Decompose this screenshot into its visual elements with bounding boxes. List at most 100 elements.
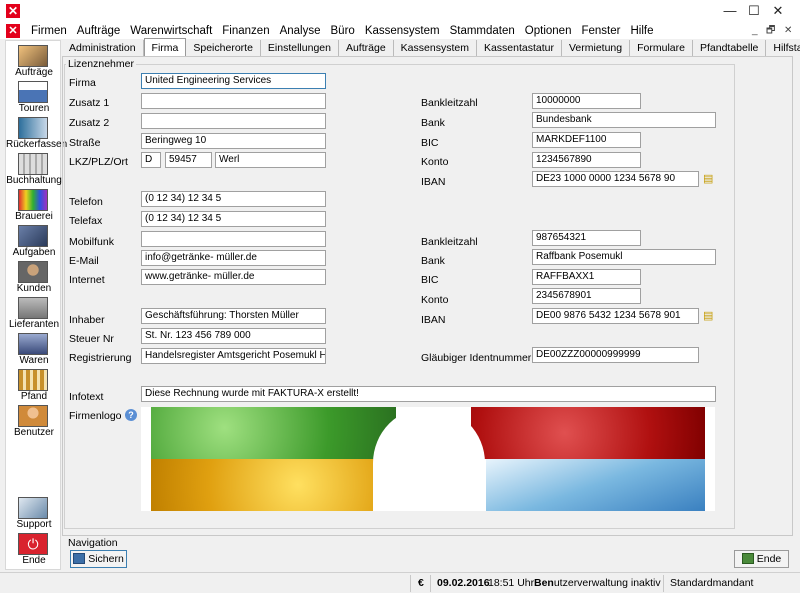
bank2-input[interactable]: Raffbank Posemukl bbox=[532, 249, 716, 265]
iban2-calc-icon[interactable]: ▤ bbox=[703, 309, 717, 323]
tab-vermietung[interactable]: Vermietung bbox=[562, 40, 631, 56]
sidebar-item-kunden[interactable]: Kunden bbox=[6, 261, 62, 297]
internet-input[interactable]: www.getränke- müller.de bbox=[141, 269, 326, 285]
menu-firmen[interactable]: Firmen bbox=[26, 25, 72, 37]
logo-yellow-bubbles bbox=[151, 459, 396, 511]
iban2-input[interactable]: DE00 9876 5432 1234 5678 901 bbox=[532, 308, 699, 324]
tab-kassentastatur[interactable]: Kassentastatur bbox=[477, 40, 562, 56]
bank1-input[interactable]: Bundesbank bbox=[532, 112, 716, 128]
company-logo-image[interactable] bbox=[141, 407, 715, 511]
zusatz1-label: Zusatz 1 bbox=[69, 97, 110, 109]
tab-speicherorte[interactable]: Speicherorte bbox=[186, 40, 261, 56]
tab-einstellungen[interactable]: Einstellungen bbox=[261, 40, 339, 56]
navigation-title: Navigation bbox=[68, 537, 118, 549]
sidebar-label: Benutzer bbox=[13, 427, 55, 438]
maximize-button[interactable]: ☐ bbox=[742, 2, 766, 20]
menu-analyse[interactable]: Analyse bbox=[275, 25, 326, 37]
bank1-label: Bank bbox=[421, 117, 445, 129]
sidebar-item-benutzer[interactable]: Benutzer bbox=[6, 405, 62, 441]
ort-input[interactable]: Werl bbox=[215, 152, 326, 168]
customers-icon bbox=[18, 261, 48, 283]
strasse-label: Straße bbox=[69, 137, 101, 149]
sidebar-item-lieferanten[interactable]: Lieferanten bbox=[6, 297, 62, 333]
steuer-input[interactable]: St. Nr. 123 456 789 000 bbox=[141, 328, 326, 344]
iban1-input[interactable]: DE23 1000 0000 1234 5678 90 bbox=[532, 171, 699, 187]
menu-fenster[interactable]: Fenster bbox=[576, 25, 625, 37]
save-button[interactable]: Sichern bbox=[70, 550, 127, 568]
sidebar-item-aufgaben[interactable]: Aufgaben bbox=[6, 225, 62, 261]
mobilfunk-input[interactable] bbox=[141, 231, 326, 247]
zusatz1-input[interactable] bbox=[141, 93, 326, 109]
zusatz2-input[interactable] bbox=[141, 113, 326, 129]
sidebar-item-waren[interactable]: Waren bbox=[6, 333, 62, 369]
close-button[interactable]: ✕ bbox=[766, 2, 790, 20]
firma-input[interactable]: United Engineering Services bbox=[141, 73, 326, 89]
support-icon bbox=[18, 497, 48, 519]
tab-formulare[interactable]: Formulare bbox=[630, 40, 693, 56]
telefon-input[interactable]: (0 12 34) 12 34 5 bbox=[141, 191, 326, 207]
menu-optionen[interactable]: Optionen bbox=[520, 25, 577, 37]
bic1-input[interactable]: MARKDEF1100 bbox=[532, 132, 641, 148]
mobilfunk-label: Mobilfunk bbox=[69, 236, 114, 248]
plz-input[interactable]: 59457 bbox=[165, 152, 212, 168]
sidebar-label: Aufgaben bbox=[12, 247, 56, 258]
blz1-input[interactable]: 10000000 bbox=[532, 93, 641, 109]
blz2-label: Bankleitzahl bbox=[421, 236, 478, 248]
telefax-input[interactable]: (0 12 34) 12 34 5 bbox=[141, 211, 326, 227]
sidebar-item-support[interactable]: Support bbox=[6, 497, 62, 533]
return-truck-icon bbox=[18, 117, 48, 139]
menu-kassensystem[interactable]: Kassensystem bbox=[360, 25, 445, 37]
lkz-input[interactable]: D bbox=[141, 152, 161, 168]
accounting-icon bbox=[18, 153, 48, 175]
konto1-input[interactable]: 1234567890 bbox=[532, 152, 641, 168]
sidebar-item-auftraege[interactable]: Aufträge bbox=[6, 45, 62, 81]
email-input[interactable]: info@getränke- müller.de bbox=[141, 250, 326, 266]
registrierung-input[interactable]: Handelsregister Amtsgericht Posemukl HRB… bbox=[141, 348, 326, 364]
menu-auftraege[interactable]: Aufträge bbox=[72, 25, 125, 37]
inhaber-input[interactable]: Geschäftsführung: Thorsten Müller bbox=[141, 308, 326, 324]
bic2-input[interactable]: RAFFBAXX1 bbox=[532, 269, 641, 285]
minimize-button[interactable]: — bbox=[718, 2, 742, 20]
mdi-minimize-button[interactable]: _ bbox=[752, 22, 758, 39]
blz1-label: Bankleitzahl bbox=[421, 97, 478, 109]
menu-hilfe[interactable]: Hilfe bbox=[625, 25, 658, 37]
tab-administration[interactable]: Administration bbox=[62, 40, 144, 56]
konto1-label: Konto bbox=[421, 156, 449, 168]
mdi-restore-button[interactable]: 🗗 bbox=[766, 22, 775, 39]
help-icon[interactable]: ? bbox=[125, 409, 137, 421]
menu-buero[interactable]: Büro bbox=[326, 25, 360, 37]
logo-red-drops bbox=[471, 407, 705, 459]
konto2-input[interactable]: 2345678901 bbox=[532, 288, 641, 304]
sidebar-item-buchhaltung[interactable]: Buchhaltung bbox=[6, 153, 62, 189]
glaeubiger-input[interactable]: DE00ZZZ00000999999 bbox=[532, 347, 699, 363]
menu-warenwirtschaft[interactable]: Warenwirtschaft bbox=[125, 25, 217, 37]
lkz-plz-ort-label: LKZ/PLZ/Ort bbox=[69, 156, 128, 168]
end-button[interactable]: Ende bbox=[734, 550, 789, 568]
tab-kassensystem[interactable]: Kassensystem bbox=[394, 40, 477, 56]
menu-stammdaten[interactable]: Stammdaten bbox=[445, 25, 520, 37]
menu-finanzen[interactable]: Finanzen bbox=[217, 25, 274, 37]
sidebar-item-rueckerfassen[interactable]: Rückerfassen bbox=[6, 117, 68, 153]
sidebar-item-ende[interactable]: ⏻ Ende bbox=[6, 533, 62, 569]
tab-firma[interactable]: Firma bbox=[143, 38, 187, 56]
blz2-input[interactable]: 987654321 bbox=[532, 230, 641, 246]
infotext-label: Infotext bbox=[69, 391, 104, 403]
mdi-app-icon[interactable]: ✕ bbox=[6, 23, 20, 38]
tab-auftraege[interactable]: Aufträge bbox=[339, 40, 394, 56]
sidebar-item-pfand[interactable]: Pfand bbox=[6, 369, 62, 405]
sidebar-label: Buchhaltung bbox=[6, 175, 62, 186]
sidebar-item-brauerei[interactable]: Brauerei bbox=[6, 189, 62, 225]
sidebar-label: Rückerfassen bbox=[6, 139, 68, 150]
status-bar: € 09.02.2016 18:51 Uhr Benutzerverwaltun… bbox=[0, 572, 800, 593]
status-separator bbox=[430, 575, 431, 592]
tab-pfandtabelle[interactable]: Pfandtabelle bbox=[693, 40, 767, 56]
tab-hilfstabellen[interactable]: Hilfstabellen bbox=[766, 40, 800, 56]
iban1-calc-icon[interactable]: ▤ bbox=[703, 172, 717, 186]
strasse-input[interactable]: Beringweg 10 bbox=[141, 133, 326, 149]
floppy-disk-icon bbox=[73, 553, 86, 564]
mdi-close-button[interactable]: ✕ bbox=[784, 22, 792, 39]
sidebar-label: Brauerei bbox=[15, 211, 53, 222]
infotext-input[interactable]: Diese Rechnung wurde mit FAKTURA-X erste… bbox=[141, 386, 716, 402]
sidebar-item-touren[interactable]: Touren bbox=[6, 81, 62, 117]
steuer-label: Steuer Nr bbox=[69, 333, 114, 345]
